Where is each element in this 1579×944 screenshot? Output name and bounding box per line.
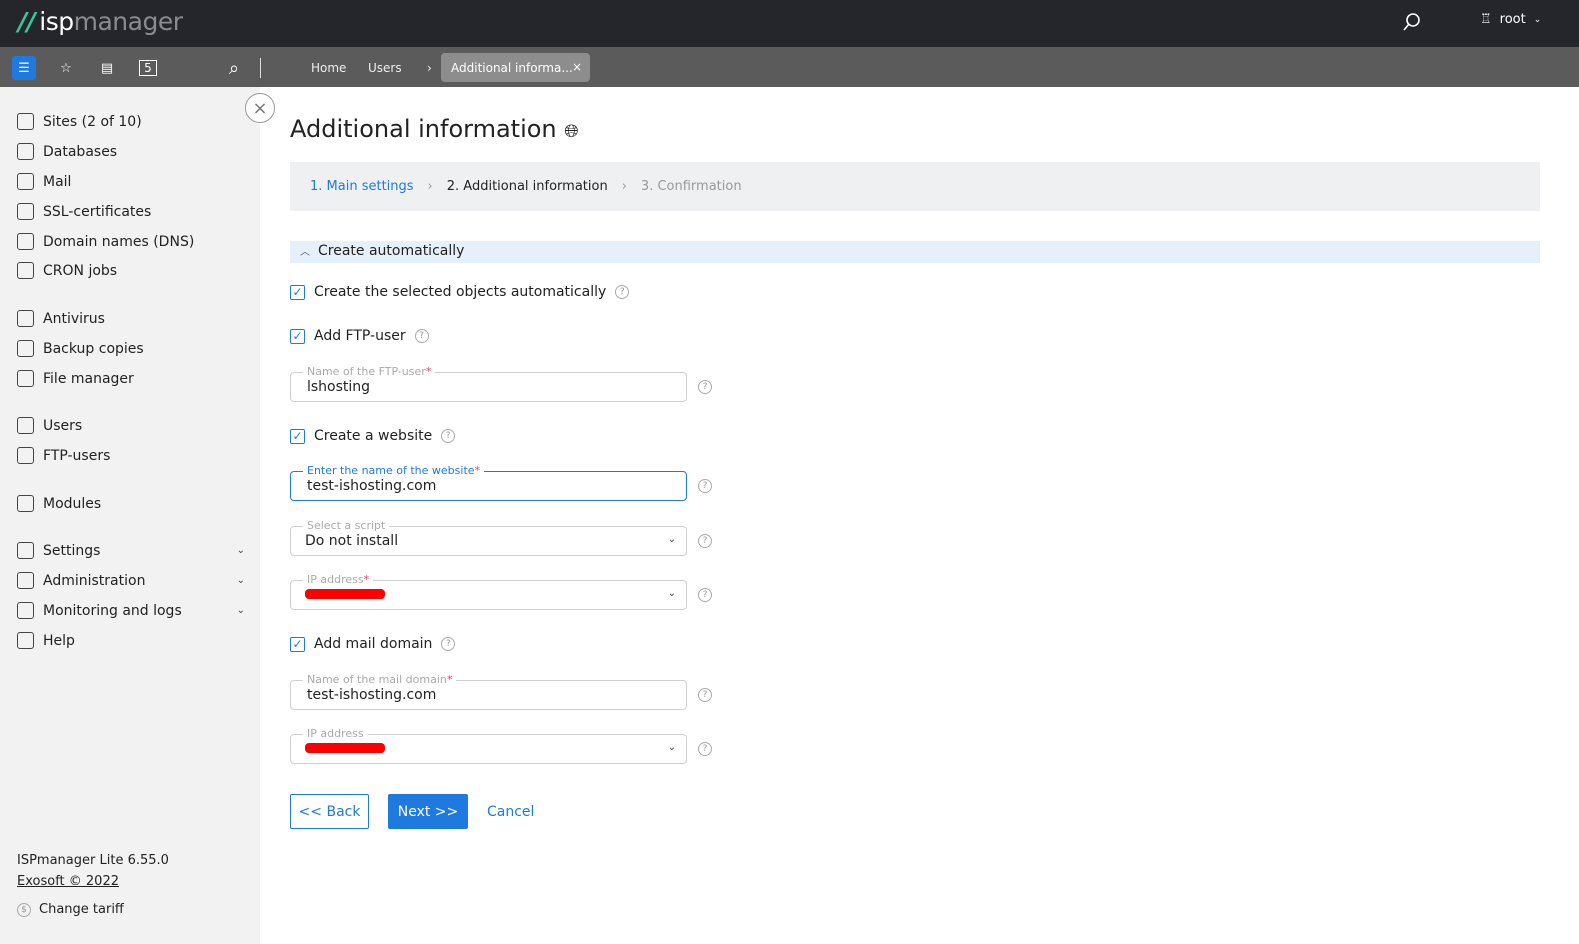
shield-icon <box>17 310 34 327</box>
wizard-steps: 1. Main settings › 2. Additional informat… <box>290 162 1540 211</box>
next-button[interactable]: Next >> <box>388 794 468 829</box>
user-menu[interactable]: ♖ root ⌄ <box>1480 12 1541 27</box>
monitor-icon <box>17 602 34 619</box>
close-sidebar-button[interactable]: × <box>245 93 275 123</box>
sidebar-item[interactable]: Modules <box>17 495 245 512</box>
sidebar-item[interactable]: Domain names (DNS) <box>17 233 245 250</box>
sidebar-item[interactable]: FTP-users <box>17 447 245 464</box>
help-icon: ? <box>441 429 456 443</box>
sidebar-item[interactable]: Users <box>17 417 245 434</box>
database-icon <box>17 143 34 160</box>
notifications-badge[interactable]: 5 <box>136 56 160 80</box>
settings-icon <box>17 542 34 559</box>
help-icon[interactable]: ? <box>698 479 712 493</box>
toolbar: ☰ ☆ ▤ 5 ⌕ Home Users › Additional inform… <box>0 47 1579 87</box>
help-icon[interactable]: ? <box>698 588 712 602</box>
sidebar-item[interactable]: Backup copies <box>17 340 245 357</box>
breadcrumb-users[interactable]: Users <box>368 61 402 75</box>
backup-icon <box>17 340 34 357</box>
close-icon[interactable]: × <box>572 60 582 74</box>
chevron-down-icon: ⌄ <box>667 588 676 599</box>
sidebar-item[interactable]: Mail <box>17 173 245 190</box>
sidebar-item[interactable]: Help <box>17 632 245 649</box>
chevron-down-icon[interactable]: ⌄ <box>237 605 245 616</box>
calendar-icon <box>17 262 34 279</box>
chevron-down-icon: ⌄ <box>1533 14 1542 25</box>
chevron-up-icon: ︿ <box>300 247 310 258</box>
star-icon[interactable]: ☆ <box>54 56 78 80</box>
redacted-value <box>305 589 385 599</box>
help-icon: ? <box>615 285 630 299</box>
mail-icon <box>17 173 34 190</box>
search-icon[interactable]: ⌕ <box>222 56 246 80</box>
back-button[interactable]: << Back <box>290 794 369 829</box>
puzzle-icon <box>17 495 34 512</box>
sidebar-item[interactable]: Monitoring and logs ⌄ <box>17 602 245 619</box>
sidebar-item[interactable]: Databases <box>17 143 245 160</box>
sidebar-item[interactable]: Settings ⌄ <box>17 542 245 559</box>
sites-icon <box>17 113 34 130</box>
change-tariff[interactable]: $ Change tariff <box>17 902 124 917</box>
mail-domain-field[interactable]: Name of the mail domain* test-ishosting.c… <box>290 673 687 710</box>
clipboard-icon[interactable]: ▤ <box>95 56 119 80</box>
chevron-right-icon: › <box>427 61 432 75</box>
lock-icon <box>17 203 34 220</box>
create-auto-checkbox[interactable]: ✓ Create the selected objects automatical… <box>290 284 630 300</box>
ftp-user-field[interactable]: Name of the FTP-user* lshosting <box>290 365 687 402</box>
step-1[interactable]: 1. Main settings <box>310 179 414 194</box>
tab-additional-information[interactable]: Additional informa... × <box>441 53 590 82</box>
chevron-down-icon: ⌄ <box>667 534 676 545</box>
create-website-checkbox[interactable]: ✓ Create a website? <box>290 428 456 444</box>
step-3: 3. Confirmation <box>640 179 742 194</box>
section-create-automatically[interactable]: ︿ Create automatically <box>290 241 1540 263</box>
mail-ip-address-select[interactable]: IP address ⌄ <box>290 727 687 764</box>
search-icon[interactable] <box>1400 10 1424 34</box>
admin-icon <box>17 572 34 589</box>
menu-tree-icon[interactable]: ☰ <box>12 56 36 80</box>
page-title: Additional information 🌐︎ <box>290 115 579 143</box>
help-icon[interactable]: ? <box>698 688 712 702</box>
sidebar-item[interactable]: Antivirus <box>17 310 245 327</box>
sidebar-item[interactable]: File manager <box>17 370 245 387</box>
chevron-down-icon: ⌄ <box>667 742 676 753</box>
help-icon[interactable]: ? <box>698 534 712 548</box>
script-select[interactable]: Select a script Do not install ⌄ <box>290 519 687 556</box>
help-icon: ? <box>441 637 456 651</box>
add-mail-domain-checkbox[interactable]: ✓ Add mail domain? <box>290 636 456 652</box>
copyright-link[interactable]: Exosoft © 2022 <box>17 874 119 889</box>
ftp-icon <box>17 447 34 464</box>
chevron-down-icon[interactable]: ⌄ <box>237 575 245 586</box>
version: ISPmanager Lite 6.55.0 <box>17 853 169 868</box>
globe-icon: 🌐︎ <box>564 121 579 142</box>
sidebar-item[interactable]: CRON jobs <box>17 262 245 279</box>
add-ftp-checkbox[interactable]: ✓ Add FTP-user? <box>290 328 429 344</box>
step-2: 2. Additional information <box>446 179 608 194</box>
help-icon[interactable]: ? <box>698 742 712 756</box>
sidebar-item[interactable]: SSL-certificates <box>17 203 245 220</box>
cancel-button[interactable]: Cancel <box>487 794 534 829</box>
help-icon: ? <box>414 329 429 343</box>
tariff-icon: $ <box>17 902 31 917</box>
breadcrumb-home[interactable]: Home <box>311 61 346 75</box>
redacted-value <box>305 743 385 753</box>
folder-icon <box>17 370 34 387</box>
website-name-field[interactable]: Enter the name of the website* test-ishos… <box>290 464 687 501</box>
sidebar-item[interactable]: Sites (2 of 10) <box>17 113 245 130</box>
user-icon <box>17 417 34 434</box>
sidebar-item[interactable]: Administration ⌄ <box>17 572 245 589</box>
help-icon <box>17 632 34 649</box>
logo: //ispmanager <box>18 7 183 36</box>
chevron-down-icon[interactable]: ⌄ <box>237 545 245 556</box>
ip-address-select[interactable]: IP address* ⌄ <box>290 573 687 610</box>
top-bar: //ispmanager ♖ root ⌄ <box>0 0 1579 47</box>
user-icon: ♖ <box>1480 12 1492 27</box>
help-icon[interactable]: ? <box>698 380 712 394</box>
globe-icon <box>17 233 34 250</box>
